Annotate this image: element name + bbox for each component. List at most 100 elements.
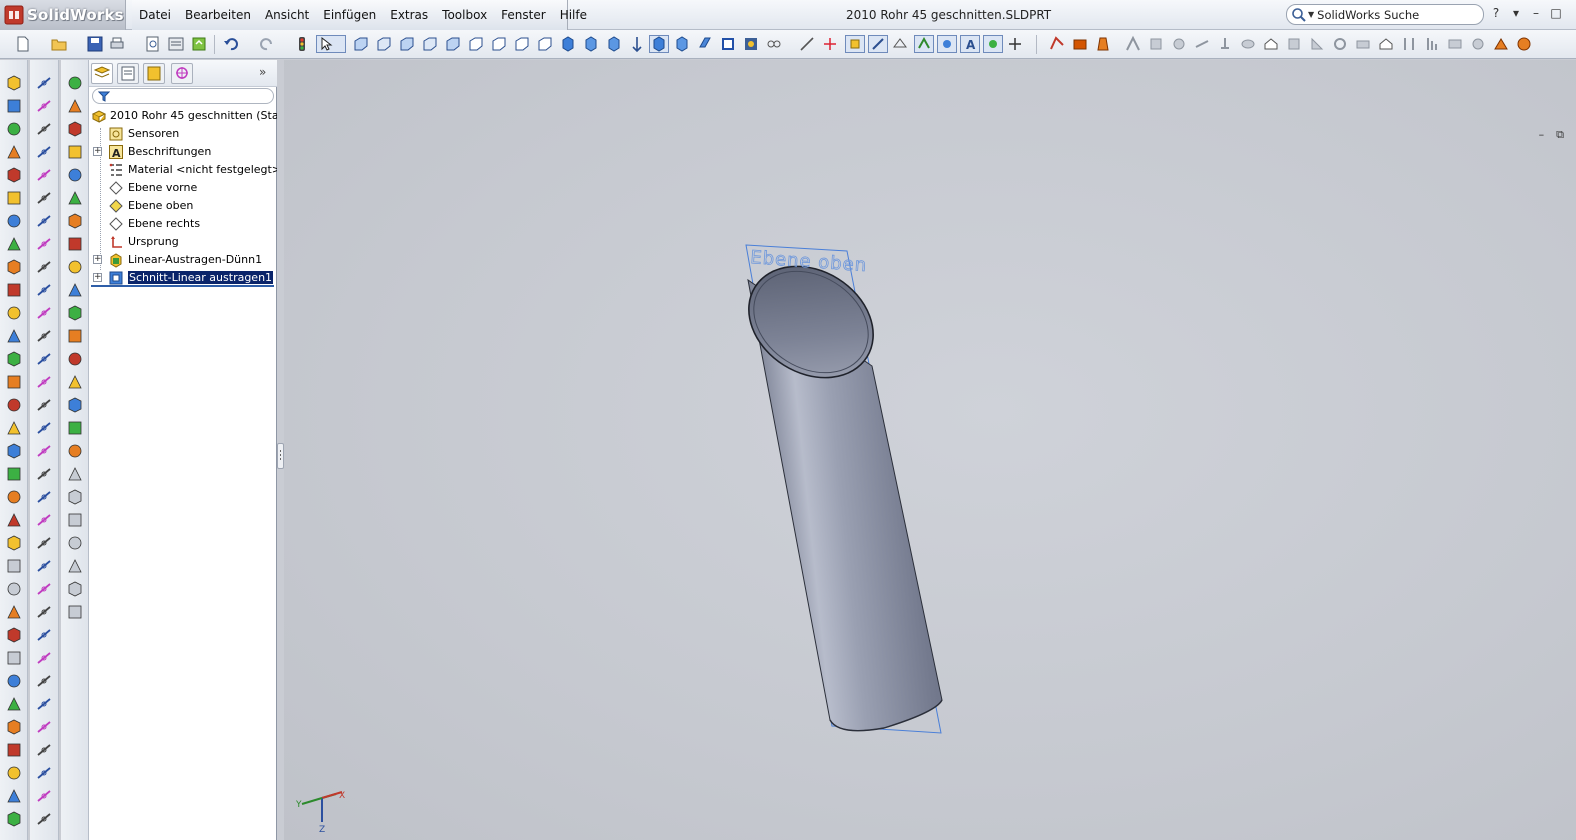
grey-tool-4-icon[interactable] [1193, 35, 1211, 53]
tree-item[interactable]: Material <nicht festgelegt> [89, 161, 277, 178]
feature-tool-1-icon[interactable] [5, 74, 23, 92]
grey-tool-1-icon[interactable] [1124, 35, 1142, 53]
feature-tool-6-icon[interactable] [5, 189, 23, 207]
plane-label[interactable]: Ebene oben [749, 247, 868, 277]
sketch-tool-29-icon[interactable] [35, 718, 53, 736]
surface-tool-5-icon[interactable] [66, 166, 84, 184]
redo-icon[interactable] [258, 35, 276, 53]
minimize-button[interactable]: – [1530, 6, 1542, 20]
feature-tool-16-icon[interactable] [5, 419, 23, 437]
feature-tool-33-icon[interactable] [5, 810, 23, 828]
sketch-tool-31-icon[interactable] [35, 764, 53, 782]
sketch-tool-20-icon[interactable] [35, 511, 53, 529]
surface-tool-15-icon[interactable] [66, 396, 84, 414]
tree-item[interactable]: + Schnitt-Linear austragen1 [89, 269, 277, 286]
shaded-edges-icon[interactable] [605, 35, 623, 53]
coordinate-system-icon[interactable] [821, 35, 839, 53]
shaded-cube-icon[interactable] [582, 35, 600, 53]
appearance-icon[interactable] [719, 35, 737, 53]
sketch-tool-5-icon[interactable] [35, 166, 53, 184]
feature-tree-filter[interactable] [92, 88, 274, 104]
sketch-tool-25-icon[interactable] [35, 626, 53, 644]
scene-icon[interactable] [742, 35, 760, 53]
save-icon[interactable] [86, 35, 104, 53]
expand-toggle[interactable]: + [93, 147, 102, 156]
new-document-icon[interactable] [14, 35, 32, 53]
grey-tool-2-icon[interactable] [1147, 35, 1165, 53]
sketch-tool-13-icon[interactable] [35, 350, 53, 368]
tree-item[interactable]: + Linear-Austragen-Dünn1 [89, 251, 277, 268]
sketch-tool-11-icon[interactable] [35, 304, 53, 322]
feature-tool-4-icon[interactable] [5, 143, 23, 161]
feature-tool-2-icon[interactable] [5, 97, 23, 115]
app-logo[interactable]: SolidWorks [0, 0, 126, 30]
display-style-icon[interactable] [649, 35, 669, 53]
view-back-icon[interactable] [375, 35, 393, 53]
menu-toolbox[interactable]: Toolbox [435, 8, 494, 22]
surface-tool-4-icon[interactable] [66, 143, 84, 161]
menu-ansicht[interactable]: Ansicht [258, 8, 316, 22]
measure-icon[interactable] [798, 35, 816, 53]
sketch-tool-10-icon[interactable] [35, 281, 53, 299]
view-right-icon[interactable] [421, 35, 439, 53]
search-dropdown-icon[interactable]: ▼ [1308, 10, 1314, 19]
sketch-tool-6-icon[interactable] [35, 189, 53, 207]
feature-tool-26-icon[interactable] [5, 649, 23, 667]
select-pointer-icon[interactable] [316, 35, 346, 53]
weldment-icon[interactable] [1048, 35, 1066, 53]
expand-toggle[interactable]: + [93, 273, 102, 282]
view-top-icon[interactable] [444, 35, 462, 53]
feature-tool-18-icon[interactable] [5, 465, 23, 483]
tab-dimxpert-manager[interactable] [171, 63, 193, 84]
feature-tool-31-icon[interactable] [5, 764, 23, 782]
help-dropdown-icon[interactable]: ▾ [1510, 6, 1522, 20]
view-axes-icon[interactable] [868, 35, 888, 53]
surface-tool-7-icon[interactable] [66, 212, 84, 230]
feature-tool-10-icon[interactable] [5, 281, 23, 299]
grey-tool-9-icon[interactable] [1308, 35, 1326, 53]
surface-tool-11-icon[interactable] [66, 304, 84, 322]
sketch-tool-24-icon[interactable] [35, 603, 53, 621]
sketch-tool-15-icon[interactable] [35, 396, 53, 414]
feature-tool-25-icon[interactable] [5, 626, 23, 644]
grey-tool-13-icon[interactable] [1400, 35, 1418, 53]
sketch-tool-22-icon[interactable] [35, 557, 53, 575]
feature-tool-28-icon[interactable] [5, 695, 23, 713]
view-bottom-icon[interactable] [467, 35, 485, 53]
open-folder-icon[interactable] [50, 35, 68, 53]
feature-tool-12-icon[interactable] [5, 327, 23, 345]
view-planes-icon[interactable] [891, 35, 909, 53]
view-annotations-icon[interactable]: A [960, 35, 980, 53]
rebuild-icon[interactable] [190, 35, 208, 53]
tree-item[interactable]: Sensoren [89, 125, 277, 142]
sketch-tool-30-icon[interactable] [35, 741, 53, 759]
surface-tool-23-icon[interactable] [66, 580, 84, 598]
surface-tool-9-icon[interactable] [66, 258, 84, 276]
view-sketch-relations-icon[interactable] [937, 35, 957, 53]
feature-tool-22-icon[interactable] [5, 557, 23, 575]
sketch-tool-19-icon[interactable] [35, 488, 53, 506]
sketch-tool-4-icon[interactable] [35, 143, 53, 161]
grey-tool-10-icon[interactable] [1331, 35, 1349, 53]
grey-tool-12-icon[interactable] [1377, 35, 1395, 53]
menu-hilfe[interactable]: Hilfe [553, 8, 594, 22]
view-lights-icon[interactable] [983, 35, 1003, 53]
surface-tool-13-icon[interactable] [66, 350, 84, 368]
feature-tool-3-icon[interactable] [5, 120, 23, 138]
surface-tool-10-icon[interactable] [66, 281, 84, 299]
sketch-tool-9-icon[interactable] [35, 258, 53, 276]
sheetmetal-icon[interactable] [1071, 35, 1089, 53]
feature-tool-14-icon[interactable] [5, 373, 23, 391]
section-view-icon[interactable] [696, 35, 714, 53]
sketch-tool-7-icon[interactable] [35, 212, 53, 230]
view-origins-icon[interactable] [845, 35, 865, 53]
feature-tool-29-icon[interactable] [5, 718, 23, 736]
grey-tool-17-icon[interactable] [1492, 35, 1510, 53]
feature-tool-30-icon[interactable] [5, 741, 23, 759]
sketch-tool-21-icon[interactable] [35, 534, 53, 552]
surface-tool-12-icon[interactable] [66, 327, 84, 345]
tab-property-manager[interactable] [117, 63, 139, 84]
surface-tool-3-icon[interactable] [66, 120, 84, 138]
search-box[interactable]: ▼ SolidWorks Suche [1286, 4, 1484, 25]
print-preview-icon[interactable] [144, 35, 162, 53]
